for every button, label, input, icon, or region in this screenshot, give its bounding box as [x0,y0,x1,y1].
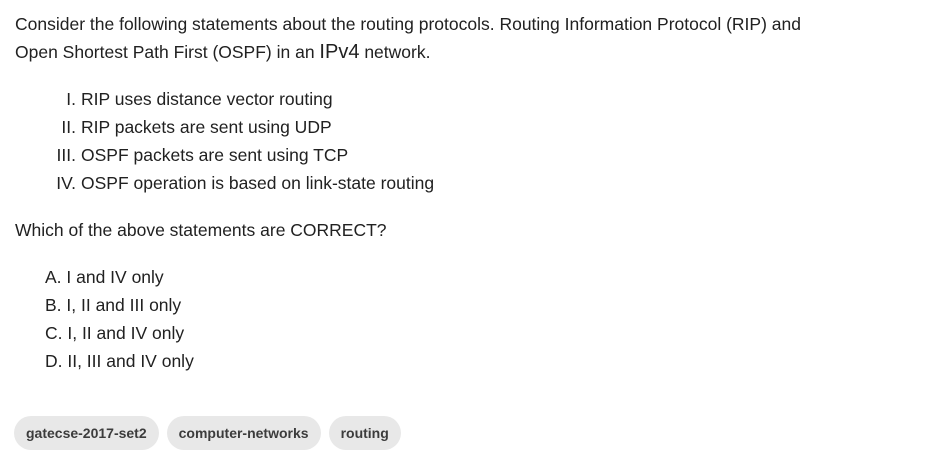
statement-item: III. OSPF packets are sent using TCP [41,141,434,169]
question-line-2: Open Shortest Path First (OSPF) in an IP… [15,38,910,66]
statement-item: I. RIP uses distance vector routing [41,85,434,113]
question-line-1: Consider the following statements about … [15,14,801,34]
statement-text: OSPF packets are sent using TCP [81,145,349,165]
question-text: Consider the following statements about … [15,10,910,66]
option-a: A. I and IV only [45,267,164,287]
option-b: B. I, II and III only [45,295,182,315]
statement-number: III. [56,145,76,165]
tag-list: gatecse-2017-set2 computer-networks rout… [14,416,401,450]
question-line-2-suffix: network. [359,42,431,62]
statement-number: I. [66,89,76,109]
ipv4-term: IPv4 [319,41,360,63]
question-line-2-prefix: Open Shortest Path First (OSPF) in an [15,42,320,62]
option-c: C. I, II and IV only [45,323,185,343]
statement-list: I. RIP uses distance vector routing II. RI… [41,85,434,197]
option-list: A. I and IV only B. I, II and III only C… [45,263,194,375]
tag-computer-networks[interactable]: computer-networks [166,416,321,450]
option-d: D. II, III and IV only [45,351,194,371]
statement-item: IV. OSPF operation is based on link-state… [41,169,434,197]
statement-text: RIP packets are sent using UDP [81,117,332,137]
statement-text: OSPF operation is based on link-state ro… [81,173,435,193]
statement-number: IV. [56,173,76,193]
statement-text: RIP uses distance vector routing [81,89,333,109]
tag-gatecse-2017-set2[interactable]: gatecse-2017-set2 [14,416,159,450]
tag-routing[interactable]: routing [328,416,401,450]
question-prompt: Which of the above statements are CORREC… [15,220,387,240]
statement-item: II. RIP packets are sent using UDP [41,113,434,141]
statement-number: II. [61,117,76,137]
